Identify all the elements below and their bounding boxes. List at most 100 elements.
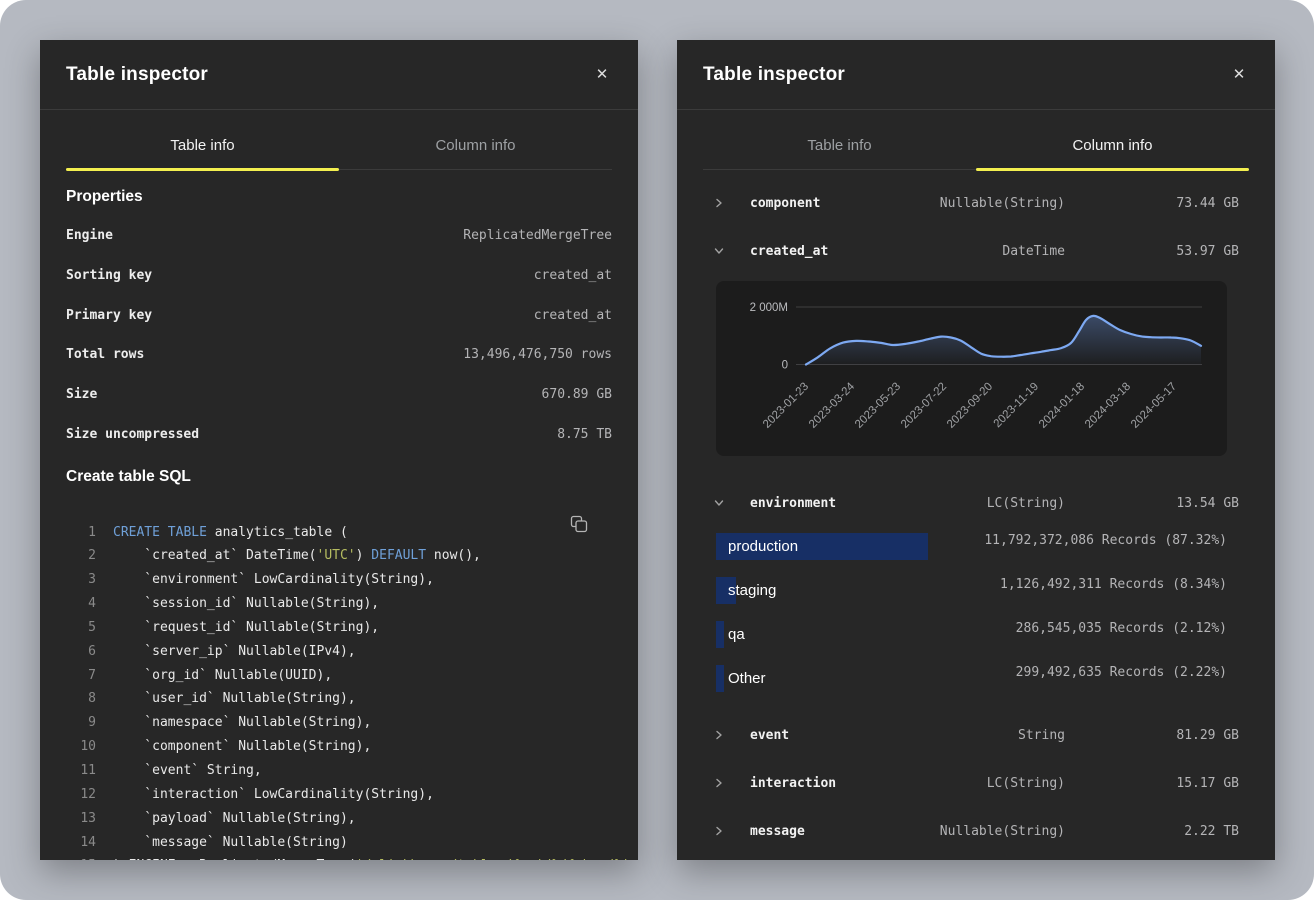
- sql-code-block: 1CREATE TABLE analytics_table (2 `create…: [66, 520, 612, 860]
- created-at-distribution-chart: 02 000M 2023-01-232023-03-242023-05-2320…: [716, 281, 1227, 456]
- tab-bar: Table info Column info: [703, 110, 1249, 170]
- value-label: qa: [728, 621, 745, 648]
- sql-token: `payload` Nullable(String),: [113, 811, 356, 826]
- property-row: Engine ReplicatedMergeTree: [66, 216, 612, 256]
- column-name: created_at: [750, 244, 828, 259]
- x-axis-tick-label: 2024-05-17: [1129, 381, 1179, 431]
- sql-token: ): [356, 548, 372, 563]
- line-number: 8: [66, 691, 96, 706]
- table-inspector-modal-left: Table inspector ✕ Table info Column info…: [40, 40, 638, 860]
- value-label: staging: [728, 577, 776, 604]
- line-number: 7: [66, 668, 96, 683]
- chevron-right-icon[interactable]: [714, 730, 726, 740]
- column-row-event[interactable]: eventString81.29 GB: [677, 711, 1275, 759]
- modal-title: Table inspector: [703, 64, 845, 86]
- sql-token: `user_id` Nullable(String),: [113, 691, 356, 706]
- column-size: 53.97 GB: [1176, 244, 1239, 259]
- line-number: 5: [66, 620, 96, 635]
- line-number: 1: [66, 525, 96, 540]
- value-row-qa: qa286,545,035 Records (2.12%): [716, 621, 1227, 648]
- sql-token: '/clickhouse/tables/{uuid}/{shard}': [356, 858, 630, 860]
- x-axis-tick-label: 2023-05-23: [853, 381, 903, 431]
- property-row: Primary keycreated_at: [66, 295, 612, 335]
- x-axis-tick-label: 2024-01-18: [1037, 381, 1087, 431]
- value-record-count: 11,792,372,086 Records (87.32%): [984, 533, 1227, 548]
- x-axis-tick-label: 2023-09-20: [945, 381, 995, 431]
- chevron-down-icon[interactable]: [714, 498, 726, 508]
- column-row-environment[interactable]: environmentLC(String)13.54 GB: [677, 479, 1275, 527]
- line-number: 12: [66, 787, 96, 802]
- column-name: message: [750, 824, 805, 839]
- tab-column-info[interactable]: Column info: [339, 110, 612, 169]
- close-icon[interactable]: ✕: [1229, 65, 1249, 85]
- sql-token: `component` Nullable(String),: [113, 739, 371, 754]
- column-type: DateTime: [1002, 244, 1065, 259]
- property-value: 13,496,476,750 rows: [463, 347, 612, 362]
- sql-code-line: 1CREATE TABLE analytics_table (: [66, 520, 612, 544]
- value-label: production: [728, 533, 798, 560]
- column-row-created_at[interactable]: created_at DateTime 53.97 GB: [677, 227, 1275, 275]
- chevron-right-icon[interactable]: [714, 778, 726, 788]
- property-label: Engine: [66, 228, 113, 243]
- x-axis-tick-label: 2023-11-19: [992, 381, 1041, 430]
- sql-code-line: 12 `interaction` LowCardinality(String),: [66, 782, 612, 806]
- sql-token: ,: [630, 858, 638, 860]
- x-axis-tick-label: 2023-03-24: [807, 380, 858, 431]
- close-icon[interactable]: ✕: [592, 65, 612, 85]
- property-row: Size uncompressed8.75 TB: [66, 414, 612, 454]
- sql-token: ) ENGINE = ReplicatedMergeTree(: [113, 858, 356, 860]
- create-table-sql-heading: Create table SQL: [66, 468, 612, 486]
- sql-token: `session_id` Nullable(String),: [113, 596, 379, 611]
- sql-token: `environment` LowCardinality(String),: [113, 572, 434, 587]
- sql-code-line: 7 `org_id` Nullable(UUID),: [66, 663, 612, 687]
- properties-heading: Properties: [66, 188, 612, 206]
- sql-code-line: 8 `user_id` Nullable(String),: [66, 687, 612, 711]
- sql-code-line: 2 `created_at` DateTime('UTC') DEFAULT n…: [66, 544, 612, 568]
- copy-sql-button[interactable]: [568, 514, 590, 536]
- sql-token: `interaction` LowCardinality(String),: [113, 787, 434, 802]
- tab-column-info[interactable]: Column info: [976, 110, 1249, 169]
- sql-code-line: 15) ENGINE = ReplicatedMergeTree('/click…: [66, 854, 612, 860]
- value-row-staging: staging 1,126,492,311 Records (8.34%): [716, 577, 1227, 604]
- value-row-other: Other299,492,635 Records (2.22%): [716, 665, 1227, 692]
- value-bar: [716, 621, 724, 648]
- sql-token: `server_ip` Nullable(IPv4),: [113, 644, 356, 659]
- sql-code-line: 9 `namespace` Nullable(String),: [66, 711, 612, 735]
- property-row: Total rows 13,496,476,750 rows: [66, 335, 612, 375]
- property-value: ReplicatedMergeTree: [463, 228, 612, 243]
- column-distribution-card: 02 000M 2023-01-232023-03-242023-05-2320…: [716, 281, 1227, 456]
- chevron-right-icon[interactable]: [714, 198, 726, 208]
- column-row-interaction[interactable]: interactionLC(String)15.17 GB: [677, 759, 1275, 807]
- modal-header: Table inspector ✕: [40, 40, 638, 110]
- line-number: 15: [66, 858, 96, 860]
- column-size: 81.29 GB: [1176, 728, 1239, 743]
- table-inspector-modal-right: Table inspector ✕ Table info Column info…: [677, 40, 1275, 860]
- value-row-production: production 11,792,372,086 Records (87.32%…: [716, 533, 1227, 560]
- sql-token: 'UTC': [317, 548, 356, 563]
- line-number: 9: [66, 715, 96, 730]
- sql-token: CREATE TABLE: [113, 525, 207, 540]
- column-row-message[interactable]: messageNullable(String)2.22 TB: [677, 807, 1275, 855]
- column-row-component[interactable]: componentNullable(String)73.44 GB: [677, 179, 1275, 227]
- property-value: created_at: [534, 308, 612, 323]
- chevron-down-icon[interactable]: [714, 246, 726, 256]
- line-number: 6: [66, 644, 96, 659]
- sql-code-line: 3 `environment` LowCardinality(String),: [66, 568, 612, 592]
- property-label: Total rows: [66, 347, 144, 362]
- tab-table-info[interactable]: Table info: [703, 110, 976, 169]
- y-axis-tick-label: 0: [782, 360, 788, 372]
- property-value: 670.89 GB: [542, 387, 612, 402]
- column-size: 73.44 GB: [1176, 196, 1239, 211]
- line-number: 4: [66, 596, 96, 611]
- property-row: Sorting keycreated_at: [66, 256, 612, 296]
- properties-list: Engine ReplicatedMergeTree Sorting keycrea…: [40, 216, 638, 454]
- chevron-right-icon[interactable]: [714, 826, 726, 836]
- column-list: componentNullable(String)73.44 GBcreated…: [677, 170, 1275, 855]
- sql-code-line: 4 `session_id` Nullable(String),: [66, 592, 612, 616]
- property-row: Size670.89 GB: [66, 375, 612, 415]
- value-label: Other: [728, 665, 766, 692]
- value-record-count: 1,126,492,311 Records (8.34%): [1000, 577, 1227, 592]
- sql-code-line: 13 `payload` Nullable(String),: [66, 806, 612, 830]
- sql-token: `namespace` Nullable(String),: [113, 715, 371, 730]
- tab-table-info[interactable]: Table info: [66, 110, 339, 169]
